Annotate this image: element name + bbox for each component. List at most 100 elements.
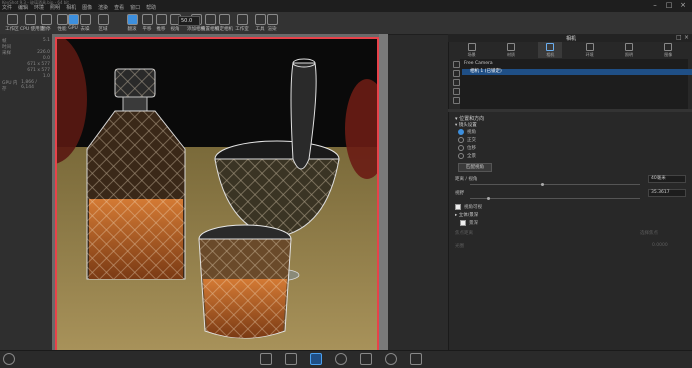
tool-13[interactable]: 锁定相机	[214, 14, 234, 32]
animation-icon[interactable]	[335, 353, 347, 365]
stat-value: 1.0	[42, 74, 50, 79]
stat-row: 1.0	[2, 74, 50, 79]
radio-dot[interactable]	[458, 153, 464, 159]
subsection-mode[interactable]: ▾ 镜头设置	[455, 122, 477, 128]
menu-bar: 文件 编辑 环境 照明 相机 图像 渲染 查看 窗口 帮助	[0, 5, 156, 12]
distance-slider[interactable]	[470, 184, 640, 185]
menu-environment[interactable]: 环境	[34, 5, 44, 12]
menu-render[interactable]: 渲染	[98, 5, 108, 12]
depth-check-label: 景深	[469, 221, 478, 226]
tool-icon	[24, 14, 36, 25]
minimize-icon[interactable]: –	[650, 1, 660, 10]
maximize-icon[interactable]: □	[664, 1, 674, 10]
panel-tab-3[interactable]: 环境	[578, 42, 602, 58]
render-icon[interactable]	[385, 353, 397, 365]
menu-image[interactable]: 图像	[82, 5, 92, 12]
lens-mode-radio[interactable]: 视角	[458, 129, 476, 135]
float-icon[interactable]: □	[676, 34, 682, 41]
panel-tab-icon	[546, 43, 555, 51]
menu-help[interactable]: 帮助	[146, 5, 156, 12]
perspective-check-label: 视角可视	[464, 205, 482, 210]
panel-tab-4[interactable]: 照明	[617, 42, 641, 58]
tool-label: 渲染	[267, 27, 277, 32]
focus-distance-label: 焦点距离	[455, 231, 473, 236]
lens-mode-radio[interactable]: 正交	[458, 137, 476, 143]
lens-mode-radio[interactable]: 位移	[458, 145, 476, 151]
tool-6[interactable]: 区域	[93, 14, 113, 32]
menu-camera[interactable]: 相机	[66, 5, 76, 12]
camera-list-item[interactable]: 相机 1 (已锁定)	[462, 69, 692, 75]
section-position[interactable]: ▾ 位置和方向	[455, 115, 484, 122]
panel-tab-label: 场景	[467, 52, 476, 57]
tool-label: 工作室	[235, 27, 249, 32]
render-frame[interactable]	[55, 37, 379, 353]
fov-slider[interactable]	[470, 198, 640, 199]
tool-5[interactable]: 去噪	[75, 14, 95, 32]
close-icon[interactable]: ×	[678, 1, 688, 10]
add-camera-icon[interactable]	[453, 61, 460, 68]
distance-slider-knob[interactable]	[541, 183, 544, 186]
stat-value: 671 x 577	[27, 62, 50, 67]
panel-tab-0[interactable]: 场景	[460, 42, 484, 58]
checkbox-box[interactable]	[460, 220, 466, 226]
tool-icon	[97, 14, 109, 25]
splitter-handle[interactable]	[448, 109, 692, 112]
checkbox-box[interactable]	[455, 204, 461, 210]
panel-close-icon[interactable]: ×	[684, 34, 689, 41]
duplicate-camera-icon[interactable]	[453, 70, 460, 77]
tool-16[interactable]: 渲染	[262, 14, 282, 32]
match-view-button[interactable]: 匹配视角	[458, 163, 492, 172]
import-icon[interactable]	[260, 353, 272, 365]
tool-icon	[236, 14, 248, 25]
panel-tab-icon	[506, 43, 515, 51]
panel-tab-5[interactable]: 图像	[656, 42, 680, 58]
tool-label: 视角	[170, 27, 180, 32]
delete-camera-icon[interactable]	[453, 97, 460, 104]
menu-file[interactable]: 文件	[2, 5, 12, 12]
zoom-input[interactable]: 50.0	[178, 16, 200, 26]
aperture-input[interactable]: 0.0000	[652, 243, 668, 248]
panel-tab-label: 照明	[624, 52, 633, 57]
keyshotxr-icon[interactable]	[360, 353, 372, 365]
section-stereo[interactable]: ▸ 立体/景深	[455, 212, 478, 218]
tool-icon	[79, 14, 91, 25]
lens-mode-label: 位移	[467, 146, 476, 151]
stat-key: GPU 内存	[2, 81, 18, 92]
panel-tab-icon	[467, 43, 476, 51]
distance-input[interactable]: 40毫米	[648, 175, 686, 183]
camera-list: Free Camera 相机 1 (已锁定)	[460, 59, 692, 109]
lens-mode-radio[interactable]: 全景	[458, 153, 476, 159]
window-title: KeyShot 9.3 - 玻璃酒具.bip - 64 bit	[2, 0, 69, 5]
lock-camera-icon[interactable]	[453, 79, 460, 86]
camera-list-toolbar	[452, 59, 460, 109]
menu-window[interactable]: 窗口	[130, 5, 140, 12]
tool-14[interactable]: 工作室	[232, 14, 252, 32]
screenshot-icon[interactable]	[410, 353, 422, 365]
panel-tab-1[interactable]: 材质	[499, 42, 523, 58]
panel-tab-label: 图像	[664, 52, 673, 57]
camera-list-item[interactable]: Free Camera	[462, 61, 688, 67]
eye-icon[interactable]	[453, 88, 460, 95]
perspective-checkbox[interactable]: 视角可视	[455, 204, 482, 210]
fov-label: 视野	[455, 191, 464, 196]
tool-0[interactable]: 工作区	[2, 14, 22, 32]
menu-edit[interactable]: 编辑	[18, 5, 28, 12]
menu-lighting[interactable]: 照明	[50, 5, 60, 12]
cloud-library-icon[interactable]	[3, 353, 15, 365]
stat-row: GPU 内存 1,866 / 6,144	[2, 80, 50, 92]
radio-dot[interactable]	[458, 137, 464, 143]
fov-slider-knob[interactable]	[487, 197, 490, 200]
depth-of-field-checkbox[interactable]: 景深	[460, 220, 478, 226]
panel-tab-2[interactable]: 相机	[538, 42, 563, 58]
stat-value: 671 x 577	[27, 68, 50, 73]
radio-dot[interactable]	[458, 145, 464, 151]
library-icon[interactable]	[285, 353, 297, 365]
fov-input[interactable]: 35.3617	[648, 189, 686, 197]
project-icon[interactable]	[310, 353, 322, 365]
select-focus-button[interactable]: 选择焦点	[640, 230, 658, 236]
tool-icon	[218, 14, 230, 25]
radio-dot[interactable]	[458, 129, 464, 135]
viewport-edge	[379, 34, 388, 350]
section-stereo-label: 立体/景深	[458, 213, 479, 218]
menu-view[interactable]: 查看	[114, 5, 124, 12]
